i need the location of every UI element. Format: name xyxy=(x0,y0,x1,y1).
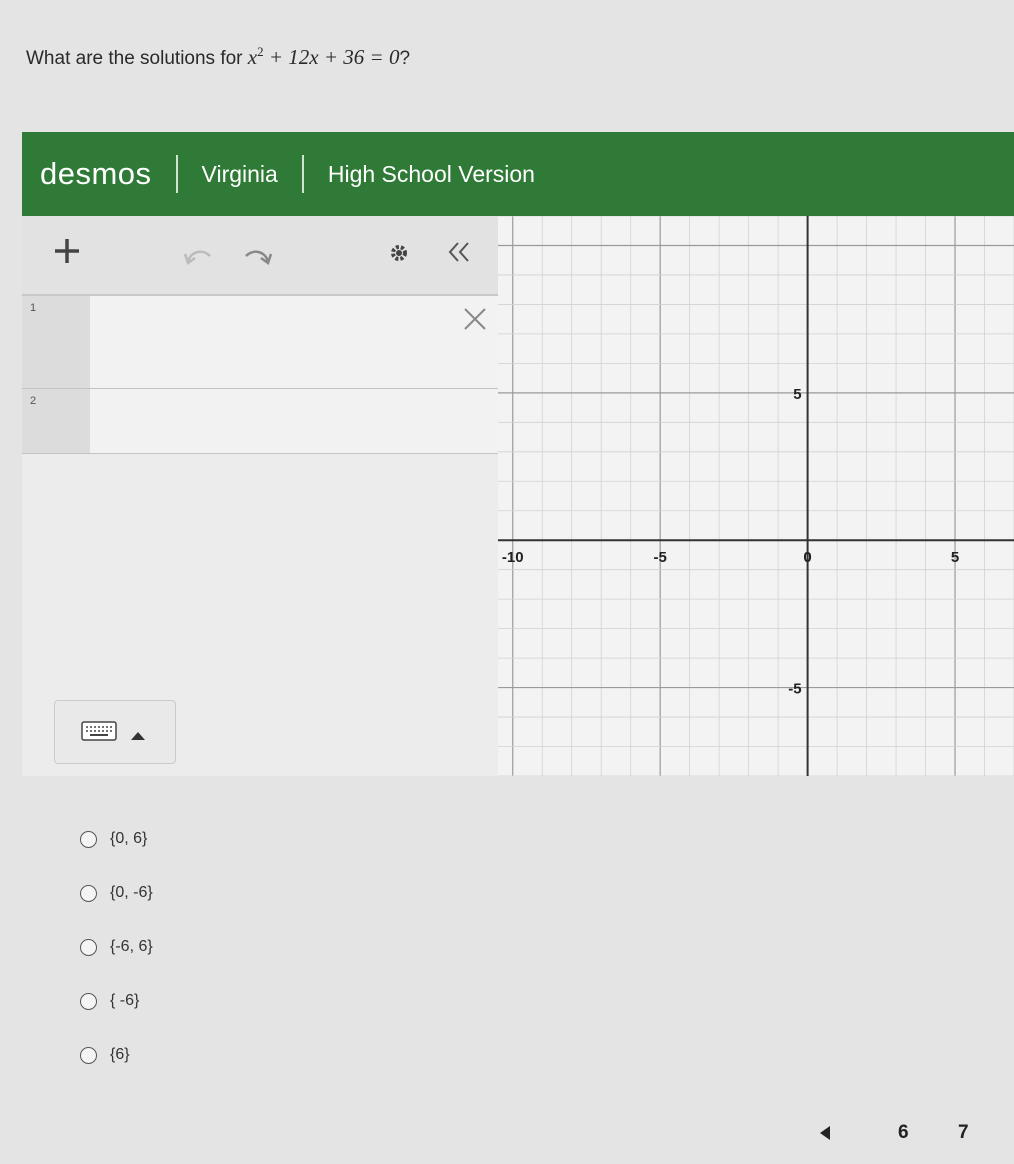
x-tick-label: -5 xyxy=(653,549,666,566)
desmos-logo: desmos xyxy=(40,156,152,191)
expression-row[interactable]: 2 xyxy=(22,389,498,454)
prev-page-button[interactable] xyxy=(820,1124,830,1146)
equation: x2 + 12x + 36 = 0 xyxy=(247,44,400,69)
question-text: What are the solutions for x2 + 12x + 36… xyxy=(26,44,410,70)
expression-number: 2 xyxy=(30,395,37,407)
expression-gutter: 1 xyxy=(22,296,90,388)
answer-label: {0, -6} xyxy=(110,884,153,901)
answer-option[interactable]: {-6, 6} xyxy=(80,920,153,974)
page-link[interactable]: 7 xyxy=(958,1122,969,1144)
answer-option[interactable]: {0, -6} xyxy=(80,866,153,920)
triangle-left-icon xyxy=(820,1126,830,1140)
answer-option[interactable]: { -6} xyxy=(80,974,153,1028)
y-tick-label: -5 xyxy=(788,681,801,698)
keyboard-toggle-button[interactable] xyxy=(54,700,176,764)
answer-option[interactable]: {6} xyxy=(80,1028,153,1082)
collapse-icon[interactable] xyxy=(446,238,474,271)
radio-button[interactable] xyxy=(80,884,97,902)
answer-label: { -6} xyxy=(110,992,140,1009)
gear-icon[interactable] xyxy=(388,242,410,269)
answer-label: {-6, 6} xyxy=(110,938,153,955)
header-region: Virginia xyxy=(201,160,278,187)
desmos-header: desmos Virginia High School Version xyxy=(22,132,1014,216)
plus-icon[interactable] xyxy=(52,236,82,271)
y-tick-label: 5 xyxy=(793,386,801,403)
keyboard-icon xyxy=(81,721,117,746)
equation-variable: x xyxy=(247,45,258,69)
equation-rest: + 12x + 36 = 0 xyxy=(263,45,400,69)
expression-panel: 1 2 xyxy=(22,216,498,776)
radio-button[interactable] xyxy=(80,992,97,1010)
question-prefix: What are the solutions for xyxy=(26,48,243,69)
header-divider xyxy=(301,155,304,193)
question-suffix: ? xyxy=(399,48,411,69)
expression-toolbar xyxy=(22,216,498,296)
undo-icon[interactable] xyxy=(182,246,214,271)
answer-option[interactable]: {0, 6} xyxy=(80,812,153,866)
header-version: High School Version xyxy=(327,160,535,187)
x-tick-label: 0 xyxy=(803,549,811,566)
answer-choices: {0, 6} {0, -6} {-6, 6} { -6} {6} xyxy=(80,812,153,1082)
graph-canvas: -10 -5 0 5 5 -5 xyxy=(498,216,1014,776)
radio-button[interactable] xyxy=(80,1046,97,1064)
answer-label: {0, 6} xyxy=(110,830,148,847)
radio-button[interactable] xyxy=(80,830,97,848)
graph-area[interactable]: -10 -5 0 5 5 -5 xyxy=(498,216,1014,776)
x-tick-label: 5 xyxy=(951,549,959,566)
expression-number: 1 xyxy=(30,302,37,314)
header-divider xyxy=(175,155,178,193)
answer-label: {6} xyxy=(110,1046,130,1063)
page-link[interactable]: 6 xyxy=(898,1122,909,1144)
expression-row[interactable]: 1 xyxy=(22,296,498,389)
close-icon[interactable] xyxy=(462,306,488,337)
x-tick-label: -10 xyxy=(502,549,524,566)
triangle-up-icon xyxy=(131,727,145,745)
radio-button[interactable] xyxy=(80,938,97,956)
redo-icon[interactable] xyxy=(242,246,274,271)
expression-gutter: 2 xyxy=(22,389,90,453)
